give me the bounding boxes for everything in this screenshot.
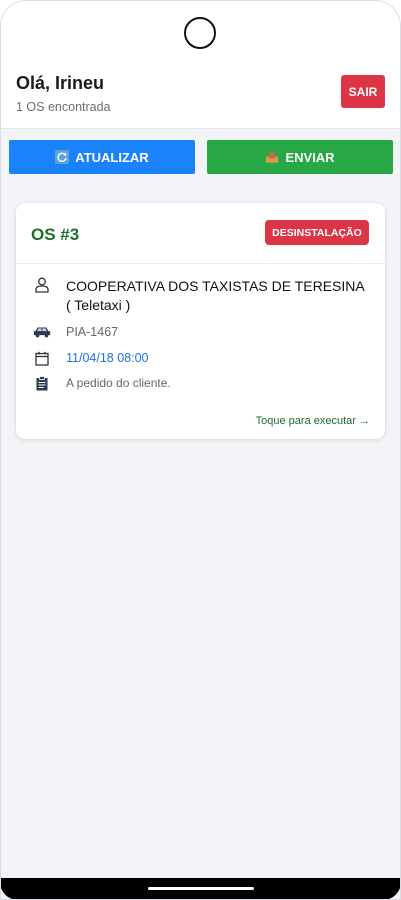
phone-screen: Olá, Irineu 1 OS encontrada SAIR ATUALIZ…	[0, 0, 401, 900]
home-indicator[interactable]	[148, 887, 254, 890]
car-icon	[33, 323, 51, 341]
update-button-label: ATUALIZAR	[75, 149, 149, 165]
service-order-card[interactable]: OS #3 DESINSTALAÇÃO COOPERATIVA DOS TAXI…	[16, 203, 385, 439]
user-icon	[33, 276, 51, 294]
refresh-icon	[55, 150, 70, 164]
execute-hint[interactable]: Toque para executar →	[256, 415, 370, 427]
phone-frame	[0, 0, 401, 900]
clipboard-icon	[33, 374, 51, 392]
logout-button[interactable]: SAIR	[341, 75, 385, 108]
greeting-title: Olá, Irineu	[16, 73, 105, 93]
send-button[interactable]: ENVIAR	[207, 140, 393, 174]
card-divider	[16, 263, 385, 264]
outbox-tray-icon	[265, 150, 279, 164]
order-type-badge: DESINSTALAÇÃO	[265, 220, 369, 245]
client-name: COOPERATIVA DOS TAXISTAS DE TERESINA ( T…	[66, 278, 364, 313]
vehicle-plate: PIA-1467	[66, 325, 119, 339]
order-note: A pedido do cliente.	[66, 376, 171, 390]
send-button-label: ENVIAR	[285, 149, 335, 165]
calendar-icon	[33, 349, 51, 367]
order-count: 1 OS encontrada	[16, 100, 111, 114]
update-button[interactable]: ATUALIZAR	[9, 140, 195, 174]
front-camera	[184, 17, 216, 49]
scheduled-datetime: 11/04/18 08:00	[66, 351, 149, 365]
order-title: OS #3	[31, 225, 80, 244]
system-nav-bar	[0, 878, 401, 900]
